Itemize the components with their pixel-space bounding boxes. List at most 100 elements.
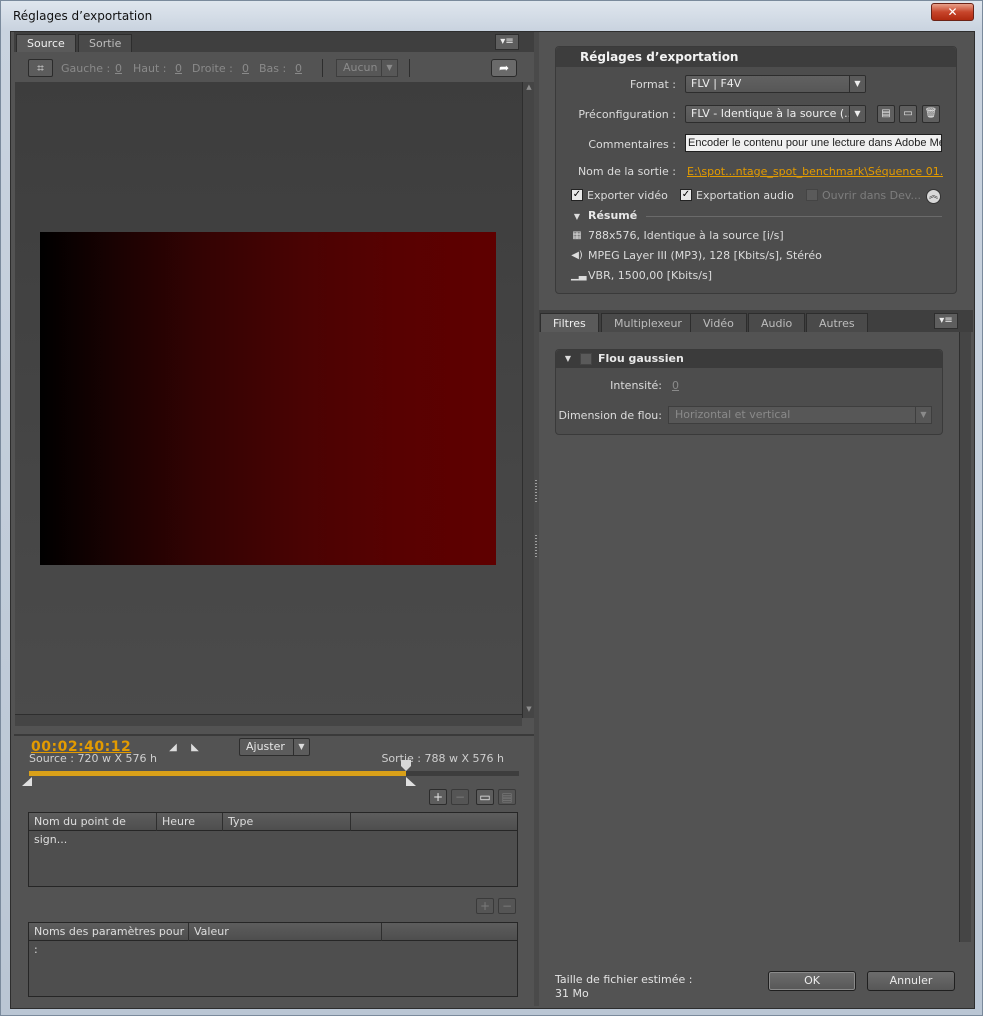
preset-select[interactable]: FLV - Identique à la source (... ▼ — [685, 105, 866, 123]
set-in-point-icon[interactable]: ◢ — [167, 742, 179, 754]
parameters-table: Noms des paramètres pour : Valeur — [28, 922, 518, 997]
crop-right-value[interactable]: 0 — [242, 62, 249, 75]
export-audio-label: Exportation audio — [696, 189, 794, 202]
dialog-client: Source Sortie ▾≡ ⌗ Gauche : 0 Haut : 0 D… — [10, 31, 975, 1009]
title-bar: Réglages d’exportation ✕ — [1, 1, 983, 31]
redo-arrow-icon[interactable]: ➦ — [491, 59, 517, 77]
video-film-icon: ▦ — [572, 230, 582, 241]
disclosure-triangle-icon[interactable]: ▼ — [562, 353, 574, 365]
settings-vertical-scrollbar[interactable] — [959, 332, 971, 942]
col-cue-name[interactable]: Nom du point de sign... — [29, 813, 157, 846]
export-video-label: Exporter vidéo — [587, 189, 668, 202]
panel-menu-icon[interactable]: ▾≡ — [495, 34, 519, 50]
summary-divider — [646, 216, 942, 217]
add-cue-point-button[interactable]: + — [429, 789, 447, 805]
blur-dimension-value: Horizontal et vertical — [675, 408, 791, 421]
current-timecode[interactable]: 00:02:40:12 — [31, 739, 131, 755]
delete-preset-icon[interactable]: 🗑 — [922, 105, 940, 123]
col-time[interactable]: Heure — [157, 813, 223, 831]
tab-filtres[interactable]: Filtres — [540, 313, 599, 332]
splitter-grip — [535, 535, 537, 557]
open-in-device-label: Ouvrir dans Dev... — [822, 189, 922, 202]
preset-value: FLV - Identique à la source (... — [691, 107, 855, 120]
parameters-header: Noms des paramètres pour : Valeur — [29, 923, 517, 956]
summary-title: Résumé — [588, 209, 638, 222]
gaussian-blur-group: ▼ Flou gaussien Intensité: 0 Dimension d… — [555, 349, 943, 435]
blur-dimension-select[interactable]: Horizontal et vertical ▼ — [668, 406, 932, 424]
output-file-link[interactable]: E:\spot...ntage_spot_benchmark\Séquence … — [687, 165, 943, 178]
tab-video[interactable]: Vidéo — [690, 313, 747, 332]
splitter-grip — [535, 480, 537, 502]
chevron-down-icon: ▼ — [849, 76, 865, 92]
summary-audio: MPEG Layer III (MP3), 128 [Kbits/s], Sté… — [588, 249, 822, 262]
import-preset-icon[interactable]: ▭ — [899, 105, 917, 123]
tab-autres[interactable]: Autres — [806, 313, 868, 332]
remove-parameter-button[interactable]: − — [498, 898, 516, 914]
zoom-fit-select[interactable]: Ajuster ▼ — [239, 738, 310, 756]
output-size-label: Sortie : 788 w X 576 h — [381, 752, 504, 765]
open-in-device-checkbox[interactable] — [806, 189, 818, 201]
dialog-window: Réglages d’exportation ✕ Source Sortie ▾… — [0, 0, 983, 1016]
crop-top-value[interactable]: 0 — [175, 62, 182, 75]
timeline-work-area — [29, 771, 406, 776]
gaussian-blur-checkbox[interactable] — [580, 353, 592, 365]
chevron-down-icon: ▼ — [381, 60, 397, 76]
format-value: FLV | F4V — [691, 77, 742, 90]
scroll-up-icon[interactable]: ▲ — [524, 83, 534, 95]
crop-icon[interactable]: ⌗ — [28, 59, 53, 77]
preview-horizontal-scrollbar[interactable] — [15, 714, 522, 726]
comments-input[interactable] — [685, 134, 942, 152]
remove-cue-point-button[interactable]: − — [451, 789, 469, 805]
export-settings-title: Réglages d’exportation — [556, 47, 956, 67]
col-value[interactable]: Valeur — [189, 923, 382, 941]
gaussian-blur-header: ▼ Flou gaussien — [556, 350, 942, 368]
tab-audio[interactable]: Audio — [748, 313, 806, 332]
settings-menu-icon[interactable]: ▾≡ — [934, 313, 958, 329]
col-parameter-name[interactable]: Noms des paramètres pour : — [29, 923, 189, 956]
crop-left-value[interactable]: 0 — [115, 62, 122, 75]
export-audio-checkbox[interactable]: ✓ — [680, 189, 692, 201]
source-tabbar: Source Sortie ▾≡ — [14, 32, 534, 52]
set-out-point-icon[interactable]: ◣ — [189, 742, 201, 754]
cue-points-table: Nom du point de sign... Heure Type — [28, 812, 518, 887]
out-point-handle[interactable] — [406, 777, 416, 786]
tab-sortie[interactable]: Sortie — [78, 34, 133, 52]
panel-divider — [14, 734, 534, 736]
chevron-down-icon: ▼ — [915, 407, 931, 423]
col-type[interactable]: Type — [223, 813, 351, 831]
close-button[interactable]: ✕ — [931, 3, 974, 21]
scroll-down-icon[interactable]: ▼ — [524, 705, 534, 717]
add-parameter-button[interactable]: + — [476, 898, 494, 914]
cancel-button[interactable]: Annuler — [867, 971, 955, 991]
crop-bottom-value[interactable]: 0 — [295, 62, 302, 75]
source-panel: Source Sortie ▾≡ ⌗ Gauche : 0 Haut : 0 D… — [14, 32, 534, 1006]
chevron-down-icon: ▼ — [849, 106, 865, 122]
estimated-size-value: 31 Mo — [555, 987, 589, 1000]
crop-bottom-label: Bas : — [259, 62, 287, 75]
cue-points-header: Nom du point de sign... Heure Type — [29, 813, 517, 846]
folder-icon[interactable]: ▭ — [476, 789, 494, 805]
in-point-handle[interactable] — [22, 777, 32, 786]
ok-button[interactable]: OK — [768, 971, 856, 991]
save-icon[interactable]: ▤ — [498, 789, 516, 805]
format-select[interactable]: FLV | F4V ▼ — [685, 75, 866, 93]
preview-vertical-scrollbar[interactable]: ▲ ▼ — [522, 82, 534, 718]
crop-top-label: Haut : — [133, 62, 167, 75]
export-video-checkbox[interactable]: ✓ — [571, 189, 583, 201]
toolbar-separator — [409, 59, 410, 77]
crop-right-label: Droite : — [192, 62, 233, 75]
summary-bitrate: VBR, 1500,00 [Kbits/s] — [588, 269, 713, 282]
save-preset-icon[interactable]: ▤ — [877, 105, 895, 123]
intensity-value[interactable]: 0 — [672, 379, 679, 392]
crop-ratio-value: Aucun — [343, 61, 378, 74]
tab-multiplexeur[interactable]: Multiplexeur — [601, 313, 695, 332]
comments-label: Commentaires : — [588, 138, 676, 151]
crop-ratio-select[interactable]: Aucun ▼ — [336, 59, 398, 77]
playhead-handle[interactable] — [401, 760, 411, 771]
source-preview-viewer: Source : 720 w X 576 h Sortie : 788 w X … — [15, 82, 522, 765]
video-frame-preview — [40, 232, 496, 565]
disclosure-triangle-icon[interactable]: ▼ — [571, 211, 583, 223]
tab-source[interactable]: Source — [16, 34, 76, 52]
collapse-up-icon[interactable]: ︽ — [926, 189, 941, 204]
zoom-fit-value: Ajuster — [246, 740, 285, 753]
